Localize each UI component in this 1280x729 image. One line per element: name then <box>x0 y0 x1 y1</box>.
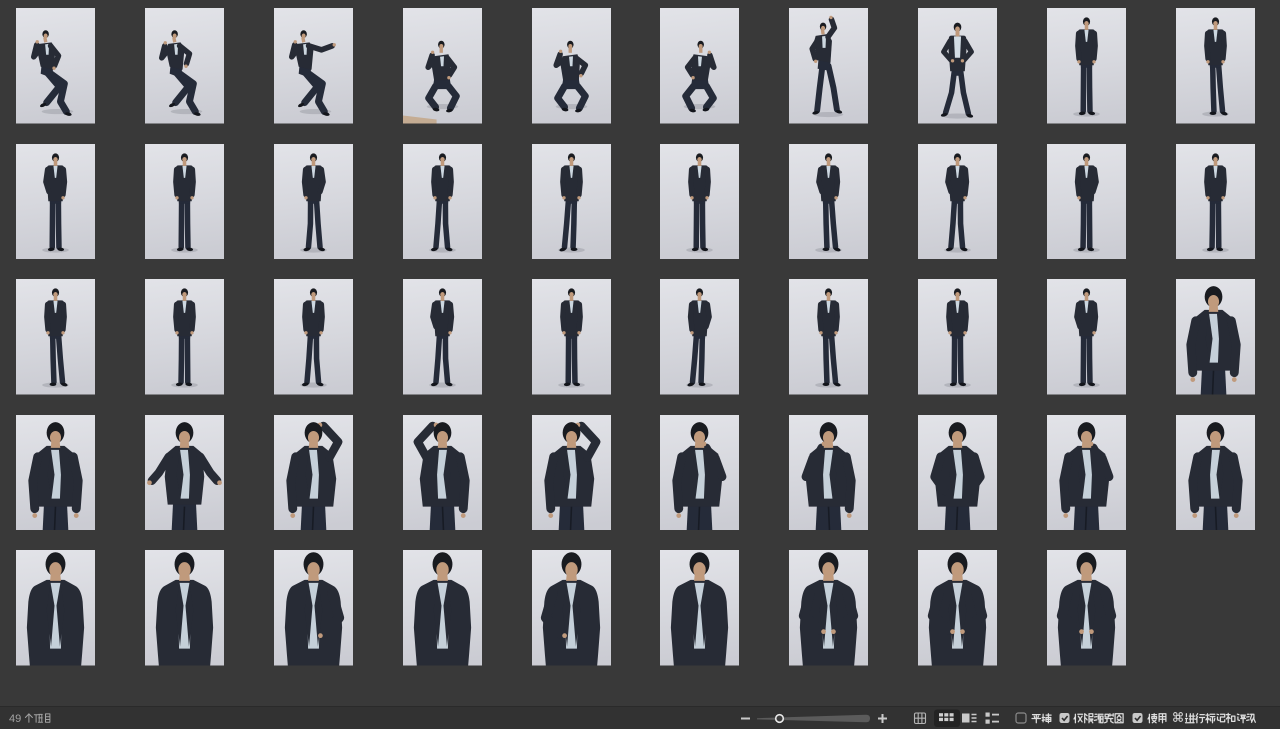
svg-text:49: 49 <box>9 713 21 725</box>
